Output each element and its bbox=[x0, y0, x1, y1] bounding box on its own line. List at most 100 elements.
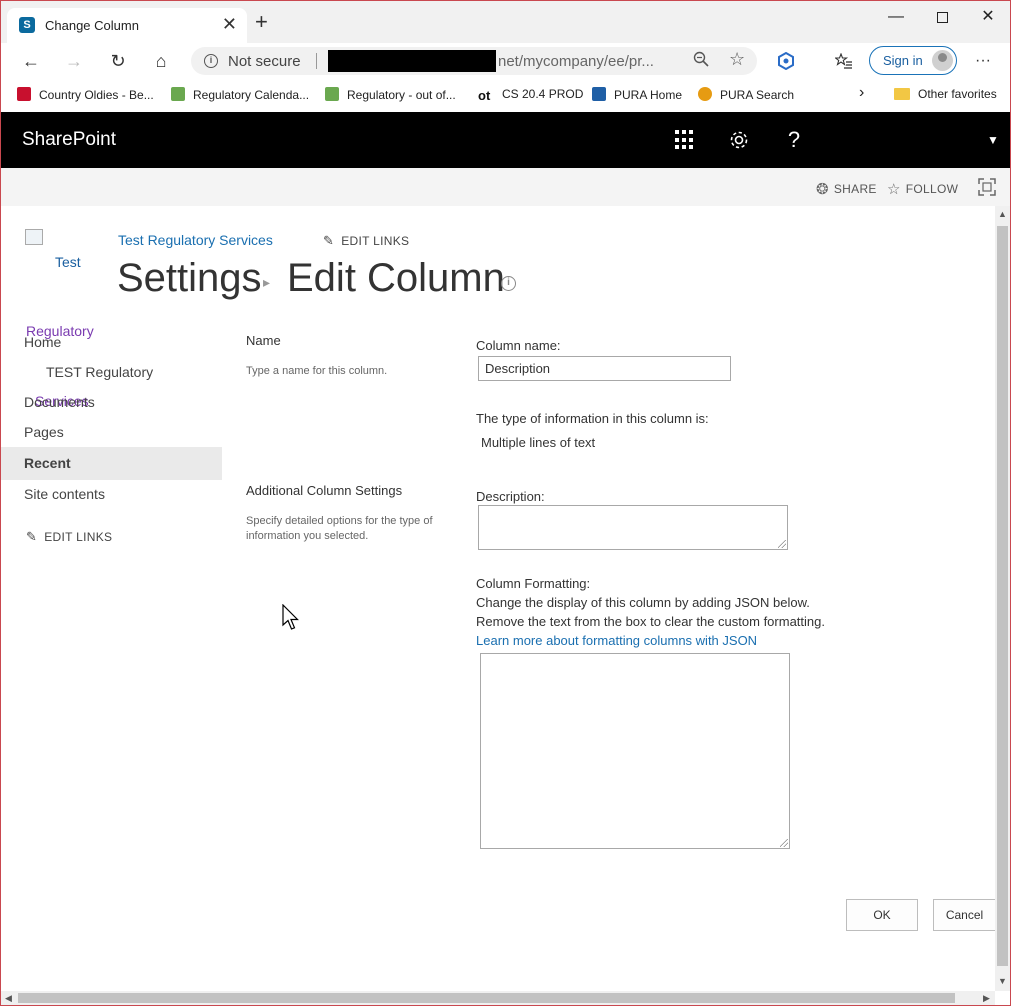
favorite-star-icon[interactable]: ☆ bbox=[729, 49, 745, 70]
close-tab-icon[interactable]: ✕ bbox=[222, 15, 237, 33]
favorite-pura-search[interactable]: PURA Search bbox=[698, 87, 794, 102]
column-name-input[interactable] bbox=[478, 356, 731, 381]
browser-tab[interactable]: S Change Column ✕ bbox=[7, 8, 247, 43]
pencil-icon: ✎ bbox=[323, 233, 335, 248]
new-tab-icon[interactable]: + bbox=[255, 11, 268, 33]
nav-pages[interactable]: Pages bbox=[24, 424, 64, 440]
sign-in-label: Sign in bbox=[883, 53, 923, 68]
avatar-icon bbox=[932, 50, 953, 71]
share-label: SHARE bbox=[833, 182, 877, 196]
forward-icon[interactable]: → bbox=[61, 49, 87, 73]
favorite-country-oldies[interactable]: Country Oldies - Be... bbox=[17, 87, 154, 102]
close-window-icon[interactable]: ✕ bbox=[965, 5, 1010, 29]
app-launcher-icon[interactable] bbox=[675, 130, 695, 150]
pura-icon bbox=[592, 87, 606, 101]
sharepoint-brand[interactable]: SharePoint bbox=[22, 129, 116, 151]
favorite-label: Regulatory - out of... bbox=[347, 88, 456, 102]
favorite-regulatory-calendar[interactable]: Regulatory Calenda... bbox=[171, 87, 309, 102]
description-textarea[interactable] bbox=[478, 505, 788, 550]
favorites-list-icon[interactable] bbox=[831, 49, 857, 73]
nav-recent[interactable]: Recent bbox=[24, 455, 71, 471]
ok-button[interactable]: OK bbox=[846, 899, 918, 931]
favorite-label: PURA Search bbox=[720, 88, 795, 102]
formatting-help-line-1: Change the display of this column by add… bbox=[476, 595, 810, 610]
cancel-button[interactable]: Cancel bbox=[933, 899, 995, 931]
suite-bar: SharePoint ? ▼ bbox=[1, 112, 1010, 168]
scroll-up-icon[interactable]: ▲ bbox=[998, 209, 1007, 219]
page-title-settings[interactable]: Settings bbox=[117, 256, 262, 301]
breadcrumb-site-link[interactable]: Test Regulatory Services bbox=[118, 232, 273, 248]
scroll-left-icon[interactable]: ◀ bbox=[5, 993, 12, 1004]
share-button[interactable]: ❂ SHARE bbox=[816, 180, 877, 198]
additional-settings-description: Specify detailed options for the type of… bbox=[246, 515, 433, 542]
sign-in-button[interactable]: Sign in bbox=[869, 46, 957, 75]
share-icon: ❂ bbox=[816, 181, 829, 198]
edit-links-top[interactable]: ✎ EDIT LINKS bbox=[323, 233, 409, 249]
other-favorites-label: Other favorites bbox=[918, 87, 997, 101]
column-formatting-label: Column Formatting: bbox=[476, 576, 591, 591]
refresh-icon[interactable]: ↻ bbox=[105, 49, 131, 73]
favorite-cs-prod[interactable]: ot CS 20.4 PROD bbox=[478, 87, 584, 103]
chevron-down-icon[interactable]: ▼ bbox=[978, 125, 1008, 155]
resize-grip-icon[interactable] bbox=[778, 540, 786, 548]
minimize-icon[interactable]: — bbox=[873, 5, 919, 29]
favorite-pura-home[interactable]: PURA Home bbox=[592, 87, 682, 102]
nav-test-regulatory[interactable]: TEST Regulatory bbox=[46, 364, 153, 380]
navigation-bar: ← → ↻ ⌂ i Not secure net/mycompany/ee/pr… bbox=[1, 43, 1010, 79]
mouse-cursor-icon bbox=[282, 604, 299, 630]
scroll-down-icon[interactable]: ▼ bbox=[998, 976, 1007, 986]
chevron-right-icon[interactable]: › bbox=[859, 84, 864, 102]
follow-button[interactable]: ☆ FOLLOW bbox=[887, 180, 958, 198]
column-name-label: Column name: bbox=[476, 338, 561, 353]
extension-shield-icon[interactable] bbox=[773, 49, 799, 73]
star-icon: ☆ bbox=[887, 181, 901, 198]
nav-documents[interactable]: Documents bbox=[24, 394, 95, 410]
scroll-right-icon[interactable]: ▶ bbox=[983, 993, 990, 1004]
back-icon[interactable]: ← bbox=[18, 49, 44, 73]
action-bar: ❂ SHARE ☆ FOLLOW bbox=[1, 168, 1010, 206]
nav-site-contents[interactable]: Site contents bbox=[24, 486, 105, 502]
vertical-scroll-thumb[interactable] bbox=[997, 226, 1008, 966]
info-icon[interactable]: i bbox=[501, 276, 516, 291]
sharepoint-favicon-icon: S bbox=[19, 17, 35, 33]
favorite-label: CS 20.4 PROD bbox=[502, 87, 584, 101]
formatting-help-line-2: Remove the text from the box to clear th… bbox=[476, 614, 825, 629]
info-icon[interactable]: i bbox=[204, 54, 218, 68]
broken-image-icon[interactable] bbox=[25, 229, 43, 245]
gear-icon[interactable] bbox=[724, 125, 754, 155]
main-content: Test Test Regulatory Services ✎ EDIT LINK… bbox=[1, 206, 995, 991]
browser-window: S Change Column ✕ + — ✕ ← → ↻ ⌂ i Not se… bbox=[0, 0, 1011, 1006]
edit-links-label: EDIT LINKS bbox=[44, 530, 113, 544]
pencil-icon: ✎ bbox=[26, 529, 38, 544]
formatting-json-link[interactable]: Learn more about formatting columns with… bbox=[476, 633, 757, 648]
page-title-edit-column: Edit Column bbox=[287, 256, 505, 300]
breadcrumb-separator-icon: ▸ bbox=[263, 274, 271, 290]
horizontal-scrollbar[interactable]: ◀ ▶ bbox=[1, 991, 995, 1005]
url-text[interactable]: net/mycompany/ee/pr... bbox=[498, 53, 654, 70]
nav-edit-links[interactable]: ✎ EDIT LINKS bbox=[26, 529, 112, 545]
tab-title: Change Column bbox=[45, 18, 139, 33]
resize-grip-icon[interactable] bbox=[780, 839, 788, 847]
sharepoint-leaf-icon bbox=[325, 87, 339, 101]
zoom-icon[interactable] bbox=[693, 51, 709, 72]
horizontal-scroll-thumb[interactable] bbox=[18, 993, 955, 1003]
nav-home[interactable]: Home bbox=[24, 334, 61, 350]
address-bar[interactable]: i Not secure net/mycompany/ee/pr... ☆ bbox=[191, 47, 757, 75]
help-icon[interactable]: ? bbox=[779, 125, 809, 155]
edit-links-label: EDIT LINKS bbox=[341, 234, 410, 248]
focus-mode-icon[interactable] bbox=[978, 178, 996, 199]
home-icon[interactable]: ⌂ bbox=[148, 49, 174, 73]
other-favorites[interactable]: Other favorites bbox=[894, 87, 997, 101]
favorite-regulatory-out-of[interactable]: Regulatory - out of... bbox=[325, 87, 456, 102]
column-formatting-textarea[interactable] bbox=[480, 653, 790, 849]
type-info-label: The type of information in this column i… bbox=[476, 411, 709, 426]
site-logo-alt-text[interactable]: Test bbox=[55, 254, 81, 270]
description-label: Description: bbox=[476, 489, 545, 504]
maximize-icon[interactable] bbox=[919, 5, 965, 29]
type-info-value: Multiple lines of text bbox=[481, 435, 596, 450]
name-section-title: Name bbox=[246, 333, 281, 348]
follow-label: FOLLOW bbox=[905, 182, 959, 196]
security-status[interactable]: Not secure bbox=[228, 53, 301, 70]
vertical-scrollbar[interactable]: ▲ ▼ bbox=[995, 206, 1010, 991]
more-options-icon[interactable]: ··· bbox=[970, 49, 996, 73]
